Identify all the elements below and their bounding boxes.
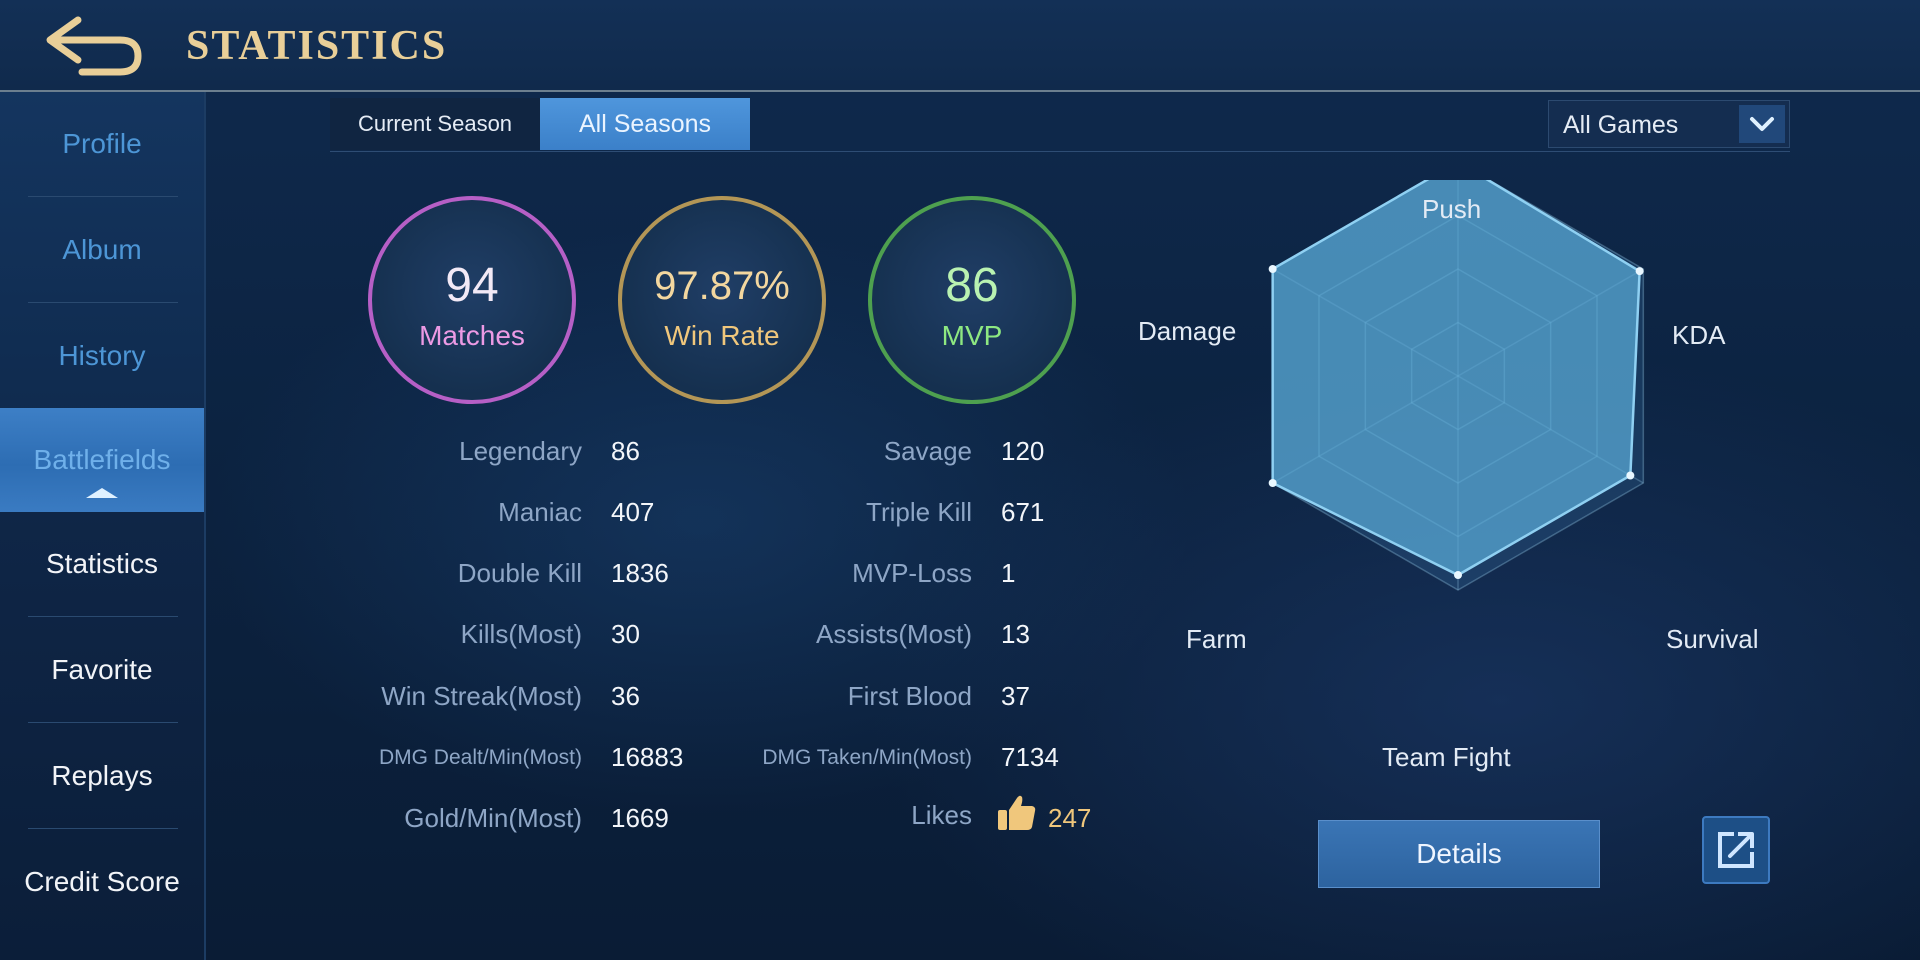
stat-label-kills-most: Kills(Most) bbox=[460, 619, 582, 649]
stat-value-savage: 120 bbox=[1001, 436, 1045, 466]
details-button[interactable]: Details bbox=[1318, 820, 1600, 888]
stat-label-dmg-taken-min: DMG Taken/Min(Most) bbox=[762, 746, 972, 769]
matches-label: Matches bbox=[419, 320, 525, 351]
thumbs-up-icon bbox=[998, 795, 1036, 830]
radar-label-farm: Farm bbox=[1186, 624, 1247, 654]
radar-point-survival bbox=[1626, 471, 1635, 480]
stat-value-first-blood: 37 bbox=[1001, 681, 1030, 711]
stat-value-dmg-dealt-min: 16883 bbox=[611, 742, 684, 772]
header-bar: STATISTICS bbox=[0, 0, 1920, 92]
divider bbox=[330, 151, 1790, 152]
radar-point-farm bbox=[1268, 479, 1277, 487]
stat-label-gold-min: Gold/Min(Most) bbox=[404, 803, 582, 833]
sidebar-item-label: Profile bbox=[62, 128, 142, 159]
matches-count: 94 bbox=[445, 259, 499, 312]
back-arrow-icon bbox=[46, 16, 142, 76]
sidebar-item-credit-score[interactable]: Credit Score bbox=[0, 830, 204, 934]
stat-label-likes: Likes bbox=[911, 800, 972, 830]
stat-label-savage: Savage bbox=[883, 436, 972, 466]
external-link-icon bbox=[1718, 832, 1754, 868]
sidebar-item-label: Favorite bbox=[51, 654, 153, 685]
radar-label-team-fight: Team Fight bbox=[1382, 742, 1511, 772]
stat-label-legendary: Legendary bbox=[459, 436, 582, 466]
divider bbox=[28, 828, 178, 829]
sidebar-item-album[interactable]: Album bbox=[0, 198, 204, 302]
win-rate-value: 97.87% bbox=[654, 264, 790, 308]
sidebar-item-replays[interactable]: Replays bbox=[0, 724, 204, 828]
stat-value-win-streak-most: 36 bbox=[611, 681, 640, 711]
sidebar-item-label: History bbox=[58, 340, 146, 371]
radar-svg bbox=[1268, 158, 1645, 591]
radar-point-damage bbox=[1268, 265, 1277, 273]
stat-value-dmg-taken-min: 7134 bbox=[1001, 742, 1059, 772]
stat-value-mvp-loss: 1 bbox=[1001, 558, 1016, 588]
back-button[interactable] bbox=[42, 10, 152, 80]
stat-label-mvp-loss: MVP-Loss bbox=[852, 558, 972, 588]
stat-value-likes: 247 bbox=[1048, 803, 1092, 833]
matches-summary: 94 Matches bbox=[368, 196, 576, 404]
season-tabs: Current Season All Seasons bbox=[330, 98, 750, 150]
stat-label-assists-most: Assists(Most) bbox=[816, 619, 972, 649]
tab-current-season[interactable]: Current Season bbox=[330, 98, 540, 150]
radar-label-kda: KDA bbox=[1672, 320, 1726, 350]
game-mode-dropdown[interactable]: All Games bbox=[1548, 100, 1790, 148]
sidebar-item-label: Battlefields bbox=[33, 444, 171, 475]
radar-label-push: Push bbox=[1422, 194, 1482, 224]
stat-value-kills-most: 30 bbox=[611, 619, 640, 649]
stat-label-first-blood: First Blood bbox=[847, 681, 972, 711]
stat-label-maniac: Maniac bbox=[498, 497, 582, 527]
sidebar-item-battlefields[interactable]: Battlefields bbox=[0, 408, 204, 512]
stat-value-triple-kill: 671 bbox=[1001, 497, 1045, 527]
sidebar-item-label: Replays bbox=[51, 760, 153, 791]
divider bbox=[28, 616, 178, 617]
sidebar-item-history[interactable]: History bbox=[0, 304, 204, 408]
divider bbox=[28, 722, 178, 723]
dropdown-toggle[interactable] bbox=[1739, 105, 1785, 143]
sidebar-item-label: Credit Score bbox=[24, 866, 180, 897]
stat-value-double-kill: 1836 bbox=[611, 558, 669, 588]
sidebar-item-statistics[interactable]: Statistics bbox=[0, 512, 204, 616]
share-button[interactable] bbox=[1702, 816, 1770, 884]
radar-point-kda bbox=[1635, 267, 1644, 276]
stat-label-double-kill: Double Kill bbox=[457, 558, 582, 588]
sidebar-item-label: Statistics bbox=[45, 548, 159, 579]
sidebar-item-profile[interactable]: Profile bbox=[0, 92, 204, 196]
sidebar-item-favorite[interactable]: Favorite bbox=[0, 618, 204, 722]
caret-up-icon bbox=[86, 488, 118, 498]
stat-value-maniac: 407 bbox=[611, 497, 655, 527]
sidebar: Profile Album History Battlefields Stati… bbox=[0, 92, 206, 960]
stat-value-assists-most: 13 bbox=[1001, 619, 1030, 649]
win-rate-label: Win Rate bbox=[664, 320, 780, 351]
radar-label-survival: Survival bbox=[1666, 624, 1759, 654]
tab-all-seasons[interactable]: All Seasons bbox=[540, 98, 750, 150]
mvp-label: MVP bbox=[941, 320, 1003, 351]
stat-value-gold-min: 1669 bbox=[611, 803, 669, 833]
page-title: STATISTICS bbox=[186, 23, 448, 69]
stat-label-win-streak-most: Win Streak(Most) bbox=[381, 681, 582, 711]
stat-value-legendary: 86 bbox=[611, 436, 640, 466]
win-rate-summary: 97.87% Win Rate bbox=[618, 196, 826, 404]
sidebar-item-label: Album bbox=[62, 234, 142, 265]
divider bbox=[28, 302, 178, 303]
mvp-summary: 86 MVP bbox=[868, 196, 1076, 404]
stat-label-triple-kill: Triple Kill bbox=[866, 497, 972, 527]
mvp-count: 86 bbox=[945, 259, 999, 312]
radar-point-team-fight bbox=[1454, 571, 1462, 580]
performance-radar-chart: Push KDA Survival Team Fight Farm Damage bbox=[1120, 158, 1820, 780]
chevron-down-icon bbox=[1750, 117, 1774, 131]
stat-label-dmg-dealt-min: DMG Dealt/Min(Most) bbox=[378, 746, 582, 769]
radar-label-damage: Damage bbox=[1138, 316, 1237, 346]
dropdown-selected-value: All Games bbox=[1563, 111, 1679, 139]
divider bbox=[28, 196, 178, 197]
